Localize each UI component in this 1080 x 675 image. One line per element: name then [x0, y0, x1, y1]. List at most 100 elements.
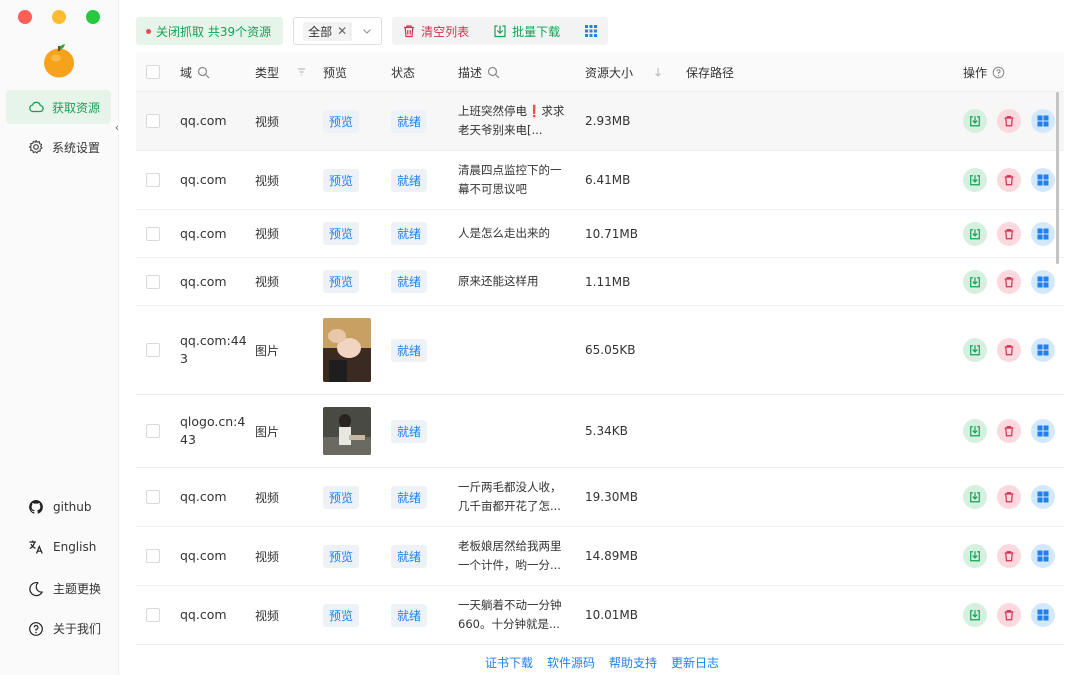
search-icon[interactable] — [197, 66, 210, 79]
preview-button[interactable]: 预览 — [323, 603, 360, 627]
type-filter-select[interactable]: 全部 ✕ — [293, 17, 383, 45]
windows-icon — [1037, 115, 1049, 127]
sort-arrow-icon[interactable] — [638, 66, 662, 78]
status-badge: 就绪 — [391, 419, 428, 443]
download-button[interactable] — [963, 269, 987, 294]
table-row[interactable]: qq.com 视频 预览 就绪 一斤两毛都没人收，几千亩都开花了怎... 19.… — [136, 468, 1064, 527]
type-cell: 视频 — [255, 173, 280, 188]
table-row[interactable]: qq.com:443 图片 就绪 65.05KB — [136, 306, 1064, 395]
open-windows-button[interactable] — [1031, 221, 1055, 246]
table-row[interactable]: qq.com 视频 预览 就绪 老板娘居然给我两里一个计件，哟一分... 14.… — [136, 527, 1064, 586]
grid-menu-button[interactable] — [584, 24, 598, 38]
row-actions — [963, 258, 1055, 305]
delete-button[interactable] — [997, 544, 1021, 568]
row-checkbox[interactable] — [146, 173, 160, 187]
type-cell: 视频 — [255, 608, 280, 623]
row-checkbox[interactable] — [146, 114, 160, 128]
close-icon[interactable]: ✕ — [337, 24, 347, 38]
download-button[interactable] — [963, 168, 987, 192]
row-actions — [963, 92, 1055, 150]
description-cell: 上班突然停电❗️求求老天爷别来电[... — [458, 104, 565, 137]
help-support-link[interactable]: 帮助支持 — [609, 654, 657, 671]
avatar-thumbnail[interactable] — [323, 407, 371, 455]
chevron-down-icon — [363, 29, 372, 34]
type-cell: 视频 — [255, 114, 280, 129]
maximize-window-button[interactable] — [86, 10, 100, 24]
sidebar-item-about[interactable]: 关于我们 — [28, 620, 101, 637]
table-scrollbar[interactable] — [1056, 92, 1059, 264]
delete-button[interactable] — [997, 269, 1021, 294]
toolbar: 关闭抓取 共39个资源 全部 ✕ 清空列表 批量下载 — [136, 17, 609, 45]
table-row[interactable]: qq.com 视频 预览 就绪 人是怎么走出来的 10.71MB — [136, 210, 1064, 258]
row-checkbox[interactable] — [146, 490, 160, 504]
source-code-link[interactable]: 软件源码 — [547, 654, 595, 671]
description-cell: 人是怎么走出来的 — [458, 226, 550, 240]
select-all-checkbox[interactable] — [146, 65, 160, 79]
open-windows-button[interactable] — [1031, 109, 1055, 133]
question-icon[interactable] — [992, 66, 1005, 79]
preview-button[interactable]: 预览 — [323, 270, 360, 293]
header-path: 保存路径 — [686, 65, 735, 80]
trash-icon — [1004, 551, 1014, 562]
preview-button[interactable]: 预览 — [323, 222, 360, 245]
row-checkbox[interactable] — [146, 226, 160, 241]
delete-button[interactable] — [997, 603, 1021, 627]
image-thumbnail[interactable] — [323, 318, 371, 382]
delete-button[interactable] — [997, 338, 1021, 362]
sidebar-item-fetch-resources[interactable]: 获取资源 — [6, 90, 111, 124]
status-badge: 就绪 — [391, 270, 428, 293]
row-checkbox[interactable] — [146, 274, 160, 289]
download-button[interactable] — [963, 419, 987, 443]
row-checkbox[interactable] — [146, 549, 160, 563]
status-badge: 就绪 — [391, 168, 428, 192]
row-checkbox[interactable] — [146, 608, 160, 622]
delete-button[interactable] — [997, 109, 1021, 133]
delete-button[interactable] — [997, 419, 1021, 443]
sidebar-item-settings[interactable]: 系统设置 — [6, 130, 111, 164]
stop-capture-button[interactable]: 关闭抓取 共39个资源 — [136, 17, 284, 45]
open-windows-button[interactable] — [1031, 168, 1055, 192]
domain-cell: qq.com — [180, 225, 227, 241]
download-button[interactable] — [963, 338, 987, 362]
delete-button[interactable] — [997, 221, 1021, 246]
search-icon[interactable] — [487, 66, 500, 79]
clear-list-label: 清空列表 — [421, 24, 470, 39]
preview-button[interactable]: 预览 — [323, 544, 360, 568]
sidebar-item-language[interactable]: English — [28, 539, 96, 555]
preview-button[interactable]: 预览 — [323, 109, 360, 133]
open-windows-button[interactable] — [1031, 419, 1055, 443]
table-row[interactable]: qlogo.cn:443 图片 就绪 5.34KB — [136, 395, 1064, 468]
download-button[interactable] — [963, 485, 987, 509]
table-row[interactable]: qq.com 视频 预览 就绪 一天躺着不动一分钟660。十分钟就是... 10… — [136, 586, 1064, 645]
delete-button[interactable] — [997, 168, 1021, 192]
delete-button[interactable] — [997, 485, 1021, 509]
changelog-link[interactable]: 更新日志 — [671, 654, 719, 671]
close-window-button[interactable] — [18, 10, 32, 24]
preview-button[interactable]: 预览 — [323, 485, 360, 509]
domain-cell: qlogo.cn:443 — [180, 414, 246, 447]
sidebar-item-github[interactable]: github — [28, 499, 91, 515]
filter-icon[interactable] — [284, 66, 306, 78]
clear-list-button[interactable]: 清空列表 — [402, 23, 469, 40]
table-row[interactable]: qq.com 视频 预览 就绪 上班突然停电❗️求求老天爷别来电[... 2.9… — [136, 92, 1064, 151]
download-button[interactable] — [963, 221, 987, 246]
collapse-sidebar-button[interactable]: ‹ — [112, 121, 122, 135]
open-windows-button[interactable] — [1031, 603, 1055, 627]
open-windows-button[interactable] — [1031, 485, 1055, 509]
table-row[interactable]: qq.com 视频 预览 就绪 清晨四点监控下的一幕不可思议吧 6.41MB — [136, 151, 1064, 210]
minimize-window-button[interactable] — [52, 10, 66, 24]
table-row[interactable]: qq.com 视频 预览 就绪 原来还能这样用 1.11MB — [136, 258, 1064, 306]
download-button[interactable] — [963, 109, 987, 133]
open-windows-button[interactable] — [1031, 269, 1055, 294]
download-button[interactable] — [963, 544, 987, 568]
open-windows-button[interactable] — [1031, 338, 1055, 362]
row-checkbox[interactable] — [146, 343, 160, 357]
cert-download-link[interactable]: 证书下载 — [485, 654, 533, 671]
batch-download-button[interactable]: 批量下载 — [493, 23, 560, 40]
download-button[interactable] — [963, 603, 987, 627]
open-windows-button[interactable] — [1031, 544, 1055, 568]
preview-button[interactable]: 预览 — [323, 168, 360, 192]
sidebar-item-theme[interactable]: 主题更换 — [28, 580, 101, 597]
row-checkbox[interactable] — [146, 424, 160, 438]
table-header: 域 类型 预览 状态 描述 资源大小 保存路径 操作 — [136, 52, 1064, 92]
